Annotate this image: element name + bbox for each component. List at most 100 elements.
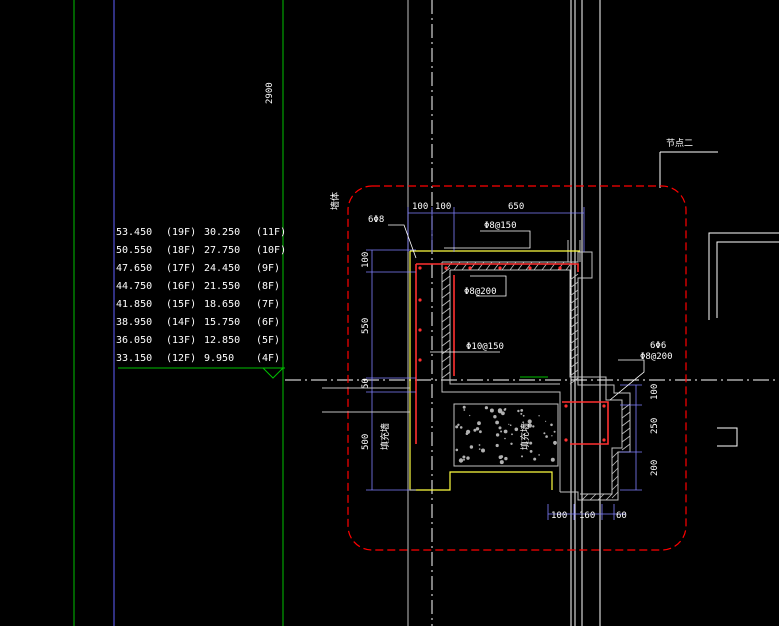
elevation-cell: (5F) xyxy=(256,335,280,346)
aggregate-dot xyxy=(503,408,506,411)
elevation-cell: (4F) xyxy=(256,353,280,364)
rebar-dot xyxy=(602,404,606,408)
aggregate-dot xyxy=(503,429,508,434)
elevation-cell: 12.850 xyxy=(204,335,240,346)
elevation-cell: (13F) xyxy=(166,335,196,346)
aggregate-dot xyxy=(500,430,503,433)
dim-left-4: 500 xyxy=(361,434,371,450)
elevation-cell: (15F) xyxy=(166,299,196,310)
aggregate-dot xyxy=(509,424,512,427)
aggregate-dot xyxy=(475,427,480,431)
aggregate-dot xyxy=(520,412,523,415)
aggregate-dot xyxy=(469,414,471,417)
aggregate-dot xyxy=(511,433,513,436)
aggregate-dot xyxy=(463,458,465,461)
elevation-cell: 9.950 xyxy=(204,353,234,364)
aggregate-dot xyxy=(495,443,499,448)
rebar-label-wall-bars: Φ10@150 xyxy=(466,342,504,352)
elevation-cell: 27.750 xyxy=(204,245,240,256)
rebar-dot xyxy=(564,438,568,442)
elevation-cell: (19F) xyxy=(166,227,196,238)
dim-bottom-3: 60 xyxy=(616,511,627,521)
elevation-cell: (12F) xyxy=(166,353,196,364)
elevation-cell: (17F) xyxy=(166,263,196,274)
aggregate-dot xyxy=(465,432,469,436)
rebar-dot xyxy=(564,404,568,408)
elevation-cell: 50.550 xyxy=(116,245,152,256)
aggregate-dot xyxy=(498,455,503,460)
aggregate-dot xyxy=(551,435,553,437)
aggregate-dot xyxy=(458,458,464,463)
aggregate-dot xyxy=(455,448,459,452)
aggregate-dot xyxy=(533,457,537,461)
elevation-cell: (8F) xyxy=(256,281,280,292)
vertical-wall-tag: 墙体 xyxy=(329,192,341,210)
aggregate-dot xyxy=(489,408,494,413)
aggregate-dot xyxy=(462,405,466,409)
aggregate-dot xyxy=(517,409,520,413)
rebar-label-mid-stirrup: Φ8@200 xyxy=(464,287,497,297)
aggregate-dot xyxy=(532,425,535,428)
rebar-dot xyxy=(418,328,422,332)
aggregate-dot xyxy=(504,437,506,440)
elevation-cell: (9F) xyxy=(256,263,280,274)
rebar-dot xyxy=(418,266,422,270)
dim-left-2: 550 xyxy=(361,318,371,334)
dim-left-1: 100 xyxy=(361,252,371,268)
aggregate-dot xyxy=(514,427,519,432)
aggregate-dot xyxy=(495,420,499,425)
aggregate-dot xyxy=(545,420,547,422)
dim-left-3: 50 xyxy=(361,378,371,389)
aggregate-dot xyxy=(469,445,474,449)
drawing-background xyxy=(0,0,779,626)
dim-top-3: 650 xyxy=(508,202,524,212)
rebar-dot xyxy=(418,298,422,302)
dim-right-3: 200 xyxy=(650,460,660,476)
elevation-cell: 47.650 xyxy=(116,263,152,274)
elevation-cell: 30.250 xyxy=(204,227,240,238)
dim-bottom-1: 100 xyxy=(551,511,567,521)
dim-top-1: 100 xyxy=(412,202,428,212)
elevation-cell: 24.450 xyxy=(204,263,240,274)
aggregate-dot xyxy=(455,425,459,429)
rebar-label-top-bars: 6Φ8 xyxy=(368,215,384,225)
rebar-dot xyxy=(444,266,448,270)
aggregate-dot xyxy=(520,409,524,412)
elevation-cell: (10F) xyxy=(256,245,286,256)
elevation-cell: 21.550 xyxy=(204,281,240,292)
elevation-cell: 41.850 xyxy=(116,299,152,310)
aggregate-dot xyxy=(508,423,510,425)
aggregate-dot xyxy=(550,423,553,427)
aggregate-dot xyxy=(501,411,505,416)
rebar-dot xyxy=(602,438,606,442)
aggregate-dot xyxy=(510,442,513,445)
rebar-label-corner-stirrup: Φ8@200 xyxy=(640,352,673,362)
aggregate-dot xyxy=(495,433,500,437)
elevation-cell: (6F) xyxy=(256,317,280,328)
aggregate-dot xyxy=(498,426,502,430)
aggregate-dot xyxy=(553,430,556,433)
aggregate-dot xyxy=(545,435,548,438)
cad-drawing-canvas[interactable]: 2900 53.450 (19F) 30.250 (11F) 50.550 (18F) 27… xyxy=(0,0,779,626)
aggregate-dot xyxy=(484,406,488,410)
elevation-cell: 38.950 xyxy=(116,317,152,328)
elevation-cell: 15.750 xyxy=(204,317,240,328)
fill-wall-label-center: 填充墙 xyxy=(519,423,531,450)
dim-right-2: 250 xyxy=(650,418,660,434)
elevation-cell: (14F) xyxy=(166,317,196,328)
rebar-label-corner-bars: 6Φ6 xyxy=(650,341,666,351)
aggregate-dot xyxy=(543,432,546,435)
aggregate-dot xyxy=(462,455,466,459)
aggregate-dot xyxy=(504,456,508,461)
aggregate-dot xyxy=(538,454,540,456)
elevation-cell: (7F) xyxy=(256,299,280,310)
aggregate-dot xyxy=(466,456,470,460)
rebar-dot xyxy=(418,358,422,362)
aggregate-dot xyxy=(499,460,504,465)
node-title: 节点二 xyxy=(666,138,693,149)
aggregate-dot xyxy=(479,430,482,434)
aggregate-dot xyxy=(538,415,540,417)
elevation-cell: (16F) xyxy=(166,281,196,292)
aggregate-dot xyxy=(497,408,503,413)
aggregate-dot xyxy=(478,444,481,446)
